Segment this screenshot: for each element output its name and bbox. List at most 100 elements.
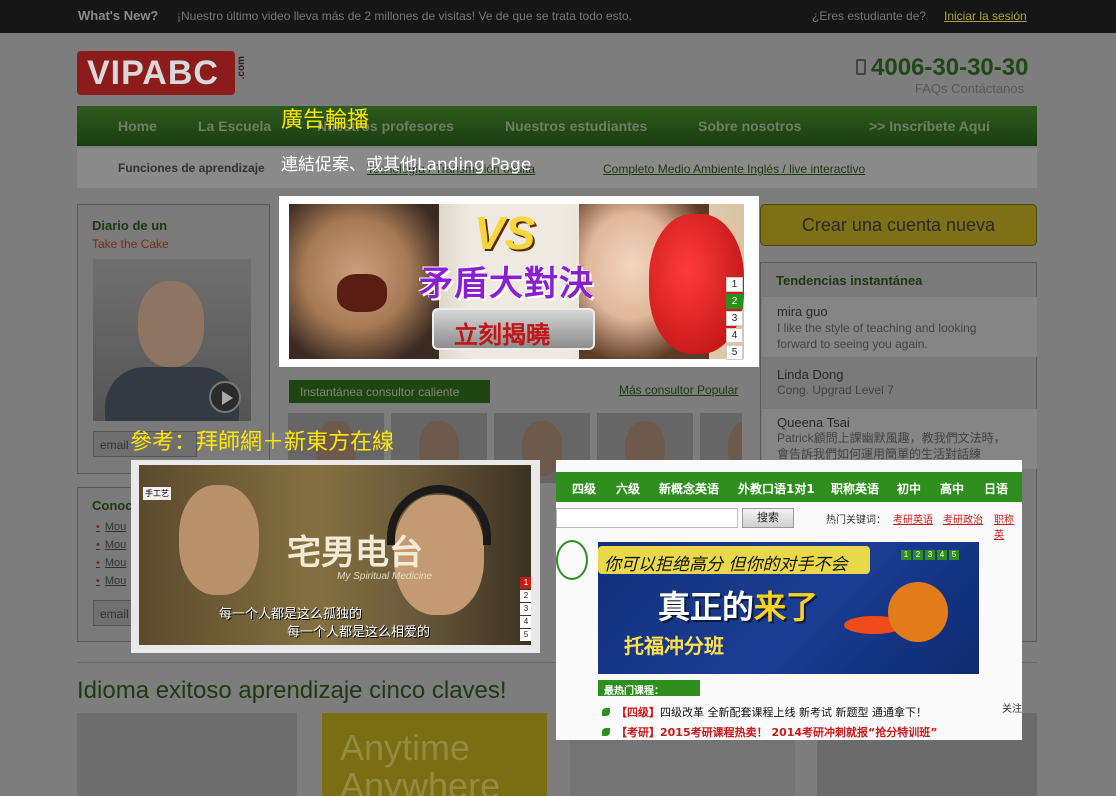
ref1-caption-2: 每一个人都是这么相爱的 <box>287 625 431 640</box>
ref2-ad-line2a: 真正的 <box>658 588 755 626</box>
ref2-ad-pagination: 12345 <box>901 544 961 562</box>
trend-author: mira guo <box>777 304 828 319</box>
know-link[interactable]: Mou <box>96 575 126 587</box>
trend-author: Linda Dong <box>777 367 844 382</box>
sub-nav: Funciones de aprendizaje Tecnología / Tr… <box>77 148 1037 188</box>
ref1-tag: 手工艺 <box>143 487 171 500</box>
know-title: Conoc <box>92 498 133 513</box>
carousel-page-5[interactable]: 5 <box>726 345 743 360</box>
ref1-logo: 宅男电台 <box>287 533 423 573</box>
list-item: Linda Dong Cong. Upgrad Level 7 <box>762 361 1037 405</box>
annotation-reference: 參考：拜師網＋新東方在線 <box>130 430 395 455</box>
ref2-keyword-link[interactable]: 考研政治 <box>943 511 983 526</box>
site-logo[interactable]: VIPABC <box>77 51 235 95</box>
faq-contact-link[interactable]: FAQs Contáctanos <box>915 81 1024 96</box>
ref2-menu: 四级 六级 新概念英语 外教口语1对1 职称英语 初中 高中 日语 <box>556 472 1022 502</box>
trend-text: Cong. Upgrad Level 7 <box>777 383 894 397</box>
nav-item-home[interactable]: Home <box>118 118 157 134</box>
nav-item-about[interactable]: Sobre nosotros <box>698 118 801 134</box>
hot-consultant-tab[interactable]: Instantánea consultor caliente <box>289 380 490 403</box>
reveal-button[interactable]: 立刻揭曉 <box>432 308 595 350</box>
ref1-banner[interactable]: 手工艺 宅男电台 My Spiritual Medicine 每一个人都是这么孤… <box>139 465 531 645</box>
logo-text: VIPABC <box>87 54 219 92</box>
ref2-menu-item[interactable]: 外教口语1对1 <box>738 480 815 497</box>
ref1-page-4[interactable]: 4 <box>520 616 531 628</box>
announcement-bar: What's New? ¡Nuestro último video lleva … <box>0 0 1116 33</box>
ref2-course-text: 四级改革 全新配套课程上线 新考试 新题型 通通拿下！ <box>660 706 927 719</box>
ref2-ad-page[interactable]: 4 <box>937 550 947 560</box>
ref2-ad-page[interactable]: 5 <box>949 550 959 560</box>
whats-new-label: What's New? <box>78 8 159 23</box>
know-link[interactable]: Mou <box>96 557 126 569</box>
ref2-menu-item[interactable]: 职称英语 <box>831 480 879 497</box>
carousel-pagination: 1 2 3 4 5 <box>726 277 743 362</box>
diary-subtitle: Take the Cake <box>92 237 169 251</box>
ref1-subtitle: My Spiritual Medicine <box>337 571 433 582</box>
tile-text: Anytime Anywhere <box>340 727 501 796</box>
section-title: Idioma exitoso aprendizaje cinco claves! <box>77 677 507 704</box>
main-nav: Home La Escuela Nuestros profesores Nues… <box>77 106 1037 146</box>
trend-author: Queena Tsai <box>777 415 850 430</box>
ref2-ad-line3: 托福冲分班 <box>624 634 724 658</box>
play-icon[interactable] <box>209 381 241 413</box>
subnav-label: Funciones de aprendizaje <box>118 161 265 175</box>
ref2-hot-courses-label: 最热门课程： <box>598 680 700 697</box>
nav-item-signup[interactable]: >> Inscríbete Aquí <box>869 118 990 134</box>
ref2-keyword-link[interactable]: 职称英 <box>994 511 1022 541</box>
news-text[interactable]: ¡Nuestro último video lleva más de 2 mil… <box>177 9 632 23</box>
ref2-menu-item[interactable]: 初中 <box>897 480 921 497</box>
ref2-ad-page[interactable]: 3 <box>925 550 935 560</box>
ref2-menu-item[interactable]: 六级 <box>616 480 640 497</box>
carousel-page-1[interactable]: 1 <box>726 277 743 292</box>
trends-title: Tendencias instantánea <box>776 273 923 288</box>
phone-icon <box>856 59 866 75</box>
rocket-mascot-icon <box>888 582 948 642</box>
banner-title: 矛盾大對決 <box>419 264 594 304</box>
teacher-video-thumbnail[interactable] <box>93 259 251 421</box>
know-link[interactable]: Mou <box>96 539 126 551</box>
ref2-menu-item[interactable]: 日语 <box>984 480 1008 497</box>
reveal-button-label: 立刻揭曉 <box>454 321 550 349</box>
ref2-search-input[interactable] <box>556 508 738 528</box>
leaf-icon <box>602 728 610 736</box>
ref2-course-text: 2015考研课程热卖！ 2014考研冲刺就报“抢分特训班” <box>660 726 938 739</box>
ref2-search-button[interactable]: 搜索 <box>742 508 794 528</box>
ad-carousel[interactable]: VS 矛盾大對決 立刻揭曉 <box>279 196 759 367</box>
ref1-page-2[interactable]: 2 <box>520 590 531 602</box>
ref2-side-logo <box>556 540 588 580</box>
feature-tile-anytime[interactable]: Anytime Anywhere <box>322 713 547 796</box>
nav-item-students[interactable]: Nuestros estudiantes <box>505 118 647 134</box>
diary-title: Diario de un <box>92 218 168 233</box>
nav-item-school[interactable]: La Escuela <box>198 118 271 134</box>
annotation-carousel-sub: 連結促案、或其他Landing Page <box>281 155 532 175</box>
carousel-page-2[interactable]: 2 <box>726 294 743 309</box>
ref2-menu-item[interactable]: 新概念英语 <box>659 480 719 497</box>
ref1-page-1[interactable]: 1 <box>520 577 531 589</box>
ref2-ad-line2b: 来了 <box>754 588 819 626</box>
ref1-page-3[interactable]: 3 <box>520 603 531 615</box>
ref2-menu-item[interactable]: 四级 <box>572 480 596 497</box>
ref2-ad-page[interactable]: 1 <box>901 550 911 560</box>
reference-screenshot-xdf: 四级 六级 新概念英语 外教口语1对1 职称英语 初中 高中 日语 搜索 热门关… <box>556 460 1022 740</box>
carousel-page-3[interactable]: 3 <box>726 311 743 326</box>
ref2-menu-item[interactable]: 高中 <box>940 480 964 497</box>
carousel-page-4[interactable]: 4 <box>726 328 743 343</box>
trend-text: Patrick顧問上課幽默風趣，教我們文法時，會告訴我們如何運用簡單的生活對話練 <box>777 431 1006 461</box>
know-link[interactable]: Mou <box>96 521 126 533</box>
ref2-ad-page[interactable]: 2 <box>913 550 923 560</box>
student-question: ¿Eres estudiante de? <box>812 9 927 23</box>
subnav-link-environment[interactable]: Completo Medio Ambiente Inglés / live in… <box>603 162 865 176</box>
phone-number: 4006-30-30-30 <box>871 54 1029 81</box>
ref2-course-tag: 【考研】 <box>616 726 660 739</box>
feature-tile[interactable] <box>77 713 297 796</box>
ref2-keyword-link[interactable]: 考研英语 <box>893 511 933 526</box>
carousel-slide[interactable]: VS 矛盾大對決 立刻揭曉 <box>289 204 744 359</box>
ref1-page-5[interactable]: 5 <box>520 629 531 641</box>
ref2-course-item[interactable]: 【考研】2015考研课程热卖！ 2014考研冲刺就报“抢分特训班” <box>602 724 938 740</box>
login-link[interactable]: Iniciar la sesión <box>944 9 1027 23</box>
ref2-course-item[interactable]: 【四级】四级改革 全新配套课程上线 新考试 新题型 通通拿下！ <box>602 704 927 720</box>
ref2-course-tag: 【四级】 <box>616 706 660 719</box>
ref1-pagination: 1 2 3 4 5 <box>520 577 531 642</box>
create-account-button[interactable]: Crear una cuenta nueva <box>760 204 1037 246</box>
more-consultants-link[interactable]: Más consultor Popular <box>619 383 738 397</box>
